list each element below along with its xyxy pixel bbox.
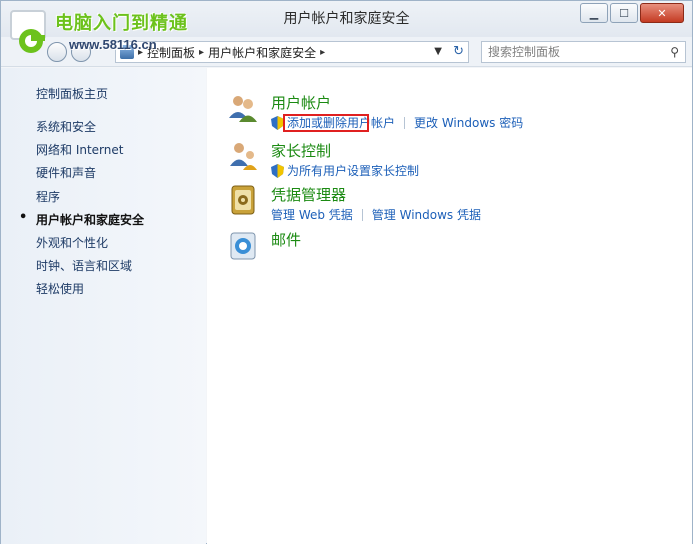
sidebar-item-appearance[interactable]: 外观和个性化	[36, 234, 144, 257]
sidebar-item-clock-language[interactable]: 时钟、语言和区域	[36, 257, 144, 280]
search-icon[interactable]: ⚲	[670, 45, 679, 59]
link-divider	[404, 116, 406, 129]
sidebar-item-hardware-sound[interactable]: 硬件和声音	[36, 164, 144, 187]
uac-shield-icon	[271, 163, 284, 178]
sidebar-home-link[interactable]: 控制面板主页	[36, 85, 108, 102]
maximize-button[interactable]: ☐	[610, 3, 638, 23]
window-controls: ▁ ☐ ✕	[580, 3, 684, 23]
sidebar: 控制面板主页 系统和安全 网络和 Internet 硬件和声音 程序 用户帐户和…	[1, 68, 206, 544]
sidebar-item-programs[interactable]: 程序	[36, 188, 144, 211]
watermark-title: 电脑入门到精通	[55, 13, 188, 34]
sidebar-item-network[interactable]: 网络和 Internet	[36, 141, 144, 164]
sidebar-item-system-security[interactable]: 系统和安全	[36, 118, 144, 141]
category-title-parental-controls[interactable]: 家长控制	[271, 140, 331, 161]
breadcrumb-user-accounts[interactable]: 用户帐户和家庭安全	[208, 44, 316, 61]
main-content: 用户帐户 添加或删除用户帐户 更改 Windows 密码 家长控制 为所有用户设…	[207, 68, 692, 544]
close-icon: ✕	[657, 6, 667, 20]
category-title-credential-manager[interactable]: 凭据管理器	[271, 184, 346, 205]
parental-controls-links: 为所有用户设置家长控制	[271, 162, 419, 179]
watermark-logo: 电脑入门到精通 www.58116.cn	[7, 7, 207, 59]
sidebar-item-user-accounts[interactable]: 用户帐户和家庭安全	[19, 210, 144, 234]
link-manage-web-credentials[interactable]: 管理 Web 凭据	[271, 206, 353, 223]
close-button[interactable]: ✕	[640, 3, 684, 23]
minimize-button[interactable]: ▁	[580, 3, 608, 23]
search-input[interactable]	[482, 42, 652, 62]
link-manage-windows-credentials[interactable]: 管理 Windows 凭据	[372, 206, 481, 223]
search-box: ⚲	[481, 41, 686, 63]
control-panel-window: 用户帐户和家庭安全 ▁ ☐ ✕ ▸ 控制面板 ▸ 用户帐户和家庭安全 ▸ ▼ ↻	[0, 0, 693, 544]
user-accounts-icon[interactable]	[227, 92, 259, 124]
site-logo-icon	[10, 10, 46, 53]
credential-manager-icon[interactable]	[227, 184, 259, 216]
credential-manager-links: 管理 Web 凭据 管理 Windows 凭据	[271, 206, 481, 223]
link-divider	[361, 208, 363, 221]
address-dropdown-icon[interactable]: ▼	[434, 46, 442, 57]
link-change-windows-password[interactable]: 更改 Windows 密码	[414, 114, 523, 131]
parental-controls-icon[interactable]	[227, 140, 259, 172]
watermark-url: www.58116.cn	[69, 37, 157, 52]
highlight-annotation-box	[283, 114, 369, 132]
breadcrumb-separator-icon: ▸	[320, 46, 326, 58]
minimize-icon: ▁	[589, 6, 599, 20]
mail-icon[interactable]	[227, 229, 259, 261]
link-set-parental-controls[interactable]: 为所有用户设置家长控制	[287, 162, 419, 179]
category-title-mail[interactable]: 邮件	[271, 229, 301, 250]
maximize-icon: ☐	[619, 6, 629, 20]
refresh-icon[interactable]: ↻	[453, 44, 464, 59]
sidebar-item-ease-of-access[interactable]: 轻松使用	[36, 280, 144, 303]
sidebar-list: 系统和安全 网络和 Internet 硬件和声音 程序 用户帐户和家庭安全 外观…	[19, 118, 144, 304]
category-title-user-accounts[interactable]: 用户帐户	[271, 92, 331, 113]
